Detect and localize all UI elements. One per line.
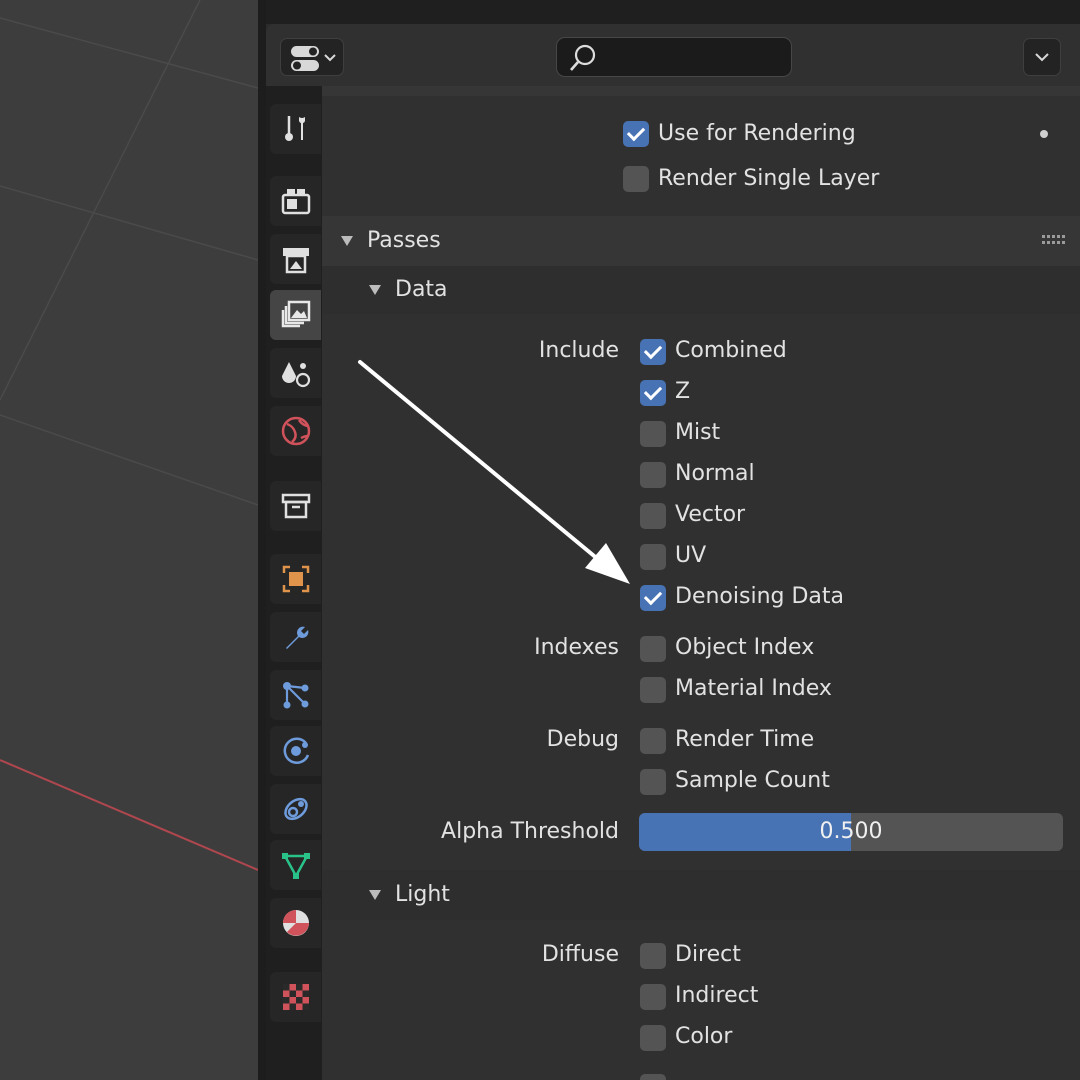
modifier-icon xyxy=(285,626,308,649)
tab-particles[interactable] xyxy=(270,670,321,720)
properties-editor-icon xyxy=(291,46,336,71)
editor-header xyxy=(266,24,1080,86)
tool-icon xyxy=(284,116,305,141)
render-time-checkbox[interactable] xyxy=(640,728,666,754)
collapse-triangle-icon xyxy=(369,890,381,900)
properties-tab-bar xyxy=(266,86,322,1080)
diffuse-indirect-label: Indirect xyxy=(675,983,759,1008)
sample-count-checkbox[interactable] xyxy=(640,769,666,795)
debug-label: Debug xyxy=(546,727,619,752)
object-index-checkbox[interactable] xyxy=(640,636,666,662)
tab-scene[interactable] xyxy=(270,348,321,398)
vector-label: Vector xyxy=(675,502,746,527)
properties-editor: Use for Rendering Render Single Layer Pa… xyxy=(266,0,1080,1080)
diffuse-direct-checkbox[interactable] xyxy=(640,943,666,969)
mist-checkbox[interactable] xyxy=(640,421,666,447)
editor-type-button[interactable] xyxy=(280,38,344,76)
tab-output[interactable] xyxy=(270,234,321,284)
passes-panel-header[interactable]: Passes xyxy=(322,216,1080,266)
object-index-label: Object Index xyxy=(675,635,815,660)
denoising-data-checkbox[interactable] xyxy=(640,585,666,611)
options-dropdown-button[interactable] xyxy=(1023,38,1061,76)
render-single-layer-label: Render Single Layer xyxy=(658,166,880,191)
light-subpanel-header[interactable]: Light xyxy=(322,870,1080,920)
combined-label: Combined xyxy=(675,338,787,363)
collapse-triangle-icon xyxy=(341,236,353,246)
diffuse-direct-label: Direct xyxy=(675,942,741,967)
next-row-checkbox[interactable] xyxy=(640,1074,666,1080)
mist-label: Mist xyxy=(675,420,721,445)
z-checkbox[interactable] xyxy=(640,380,666,406)
tab-physics[interactable] xyxy=(270,726,321,776)
tab-view-layer[interactable] xyxy=(270,290,321,340)
indexes-label: Indexes xyxy=(534,635,619,660)
uv-checkbox[interactable] xyxy=(640,544,666,570)
editor-top-strip xyxy=(266,0,1080,24)
tab-object-data[interactable] xyxy=(270,840,321,890)
tab-collection[interactable] xyxy=(270,481,321,531)
uv-label: UV xyxy=(675,543,707,568)
object-data-icon xyxy=(281,853,310,879)
animate-property-dot-icon[interactable] xyxy=(1040,130,1048,138)
diffuse-label: Diffuse xyxy=(541,942,619,967)
use-for-rendering-checkbox[interactable] xyxy=(623,121,649,147)
tab-constraints[interactable] xyxy=(270,784,321,834)
combined-checkbox[interactable] xyxy=(640,339,666,365)
particles-icon xyxy=(282,682,308,709)
texture-icon xyxy=(282,984,309,1010)
tab-object[interactable] xyxy=(270,554,321,604)
render-icon xyxy=(281,189,310,215)
diffuse-color-label: Color xyxy=(675,1024,733,1049)
tab-texture[interactable] xyxy=(270,972,321,1022)
light-title: Light xyxy=(395,882,450,907)
tab-render[interactable] xyxy=(270,176,321,226)
material-icon xyxy=(282,910,309,936)
alpha-threshold-value: 0.500 xyxy=(819,819,883,844)
viewport-grid xyxy=(0,0,258,871)
tab-world[interactable] xyxy=(270,406,321,456)
data-title: Data xyxy=(395,277,448,302)
properties-content: Use for Rendering Render Single Layer Pa… xyxy=(322,86,1080,1080)
denoising-data-label: Denoising Data xyxy=(675,584,844,609)
tab-tool[interactable] xyxy=(270,104,321,154)
constraints-icon xyxy=(283,797,308,821)
output-icon xyxy=(282,248,309,274)
material-index-checkbox[interactable] xyxy=(640,677,666,703)
sample-count-label: Sample Count xyxy=(675,768,830,793)
render-single-layer-checkbox[interactable] xyxy=(623,166,649,192)
passes-title: Passes xyxy=(367,228,441,253)
physics-icon xyxy=(283,737,309,764)
collapse-triangle-icon xyxy=(369,285,381,295)
material-index-label: Material Index xyxy=(675,676,832,701)
data-subpanel-header[interactable]: Data xyxy=(322,266,1080,314)
normal-checkbox[interactable] xyxy=(640,462,666,488)
include-label: Include xyxy=(538,338,619,363)
alpha-threshold-slider[interactable]: 0.500 xyxy=(639,813,1063,851)
z-label: Z xyxy=(675,379,691,404)
collection-icon xyxy=(281,493,310,519)
alpha-threshold-label: Alpha Threshold xyxy=(441,819,619,844)
diffuse-color-checkbox[interactable] xyxy=(640,1025,666,1051)
search-icon xyxy=(570,44,596,71)
use-for-rendering-label: Use for Rendering xyxy=(658,121,856,146)
object-icon xyxy=(282,565,309,593)
vector-checkbox[interactable] xyxy=(640,503,666,529)
collapsed-panel-header xyxy=(322,86,1080,96)
3d-viewport[interactable] xyxy=(0,0,258,1080)
drag-handle-icon[interactable] xyxy=(1042,234,1066,246)
normal-label: Normal xyxy=(675,461,755,486)
world-icon xyxy=(281,416,310,446)
tab-material[interactable] xyxy=(270,898,321,948)
chevron-down-icon xyxy=(1035,53,1049,62)
search-input[interactable] xyxy=(556,37,792,77)
diffuse-indirect-checkbox[interactable] xyxy=(640,984,666,1010)
render-time-label: Render Time xyxy=(675,727,815,752)
scene-icon xyxy=(281,362,310,388)
area-divider[interactable] xyxy=(258,0,266,1080)
view-layer-icon xyxy=(281,300,310,328)
tab-modifiers[interactable] xyxy=(270,612,321,662)
view-layer-panel: Use for Rendering Render Single Layer xyxy=(322,86,1080,216)
